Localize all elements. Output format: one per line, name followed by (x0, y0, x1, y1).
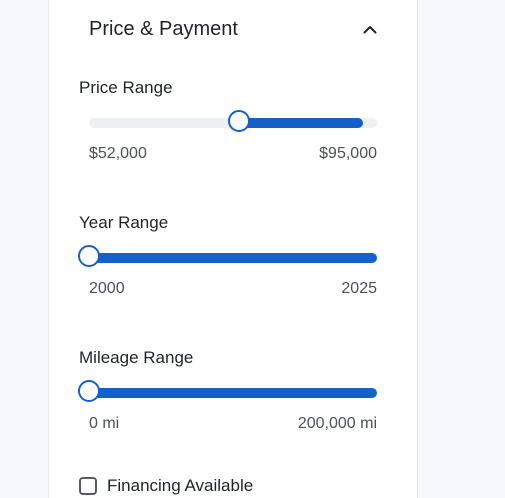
section-title: Price & Payment (89, 17, 238, 40)
price-range-label: Price Range (79, 78, 173, 97)
financing-available-option[interactable]: Financing Available (79, 476, 253, 496)
financing-available-checkbox[interactable] (79, 477, 97, 495)
financing-available-label: Financing Available (107, 476, 254, 495)
year-range-label: Year Range (79, 213, 169, 232)
year-range-min-thumb[interactable] (78, 245, 100, 267)
mileage-range-max-value: 200,000 mi (297, 415, 377, 432)
mileage-range-min-thumb[interactable] (78, 380, 100, 402)
price-range-slider[interactable] (89, 110, 377, 132)
filter-panel: Price & Payment Price Range $52,000 $95,… (48, 0, 418, 498)
price-range-max-value: $95,000 (319, 145, 377, 162)
price-range-min-thumb[interactable] (227, 110, 250, 132)
mileage-range-fill (89, 388, 377, 398)
year-range-min-value: 2000 (89, 280, 125, 297)
chevron-up-icon[interactable] (361, 20, 379, 38)
mileage-range-min-value: 0 mi (89, 415, 120, 432)
price-range-fill (238, 118, 363, 128)
price-payment-section-header[interactable]: Price & Payment (89, 14, 379, 44)
mileage-range-label: Mileage Range (79, 348, 194, 367)
price-range-min-value: $52,000 (89, 145, 147, 162)
year-range-max-value: 2025 (341, 280, 377, 297)
year-range-slider[interactable] (78, 245, 377, 267)
mileage-range-slider[interactable] (78, 380, 377, 402)
year-range-fill (89, 253, 377, 263)
